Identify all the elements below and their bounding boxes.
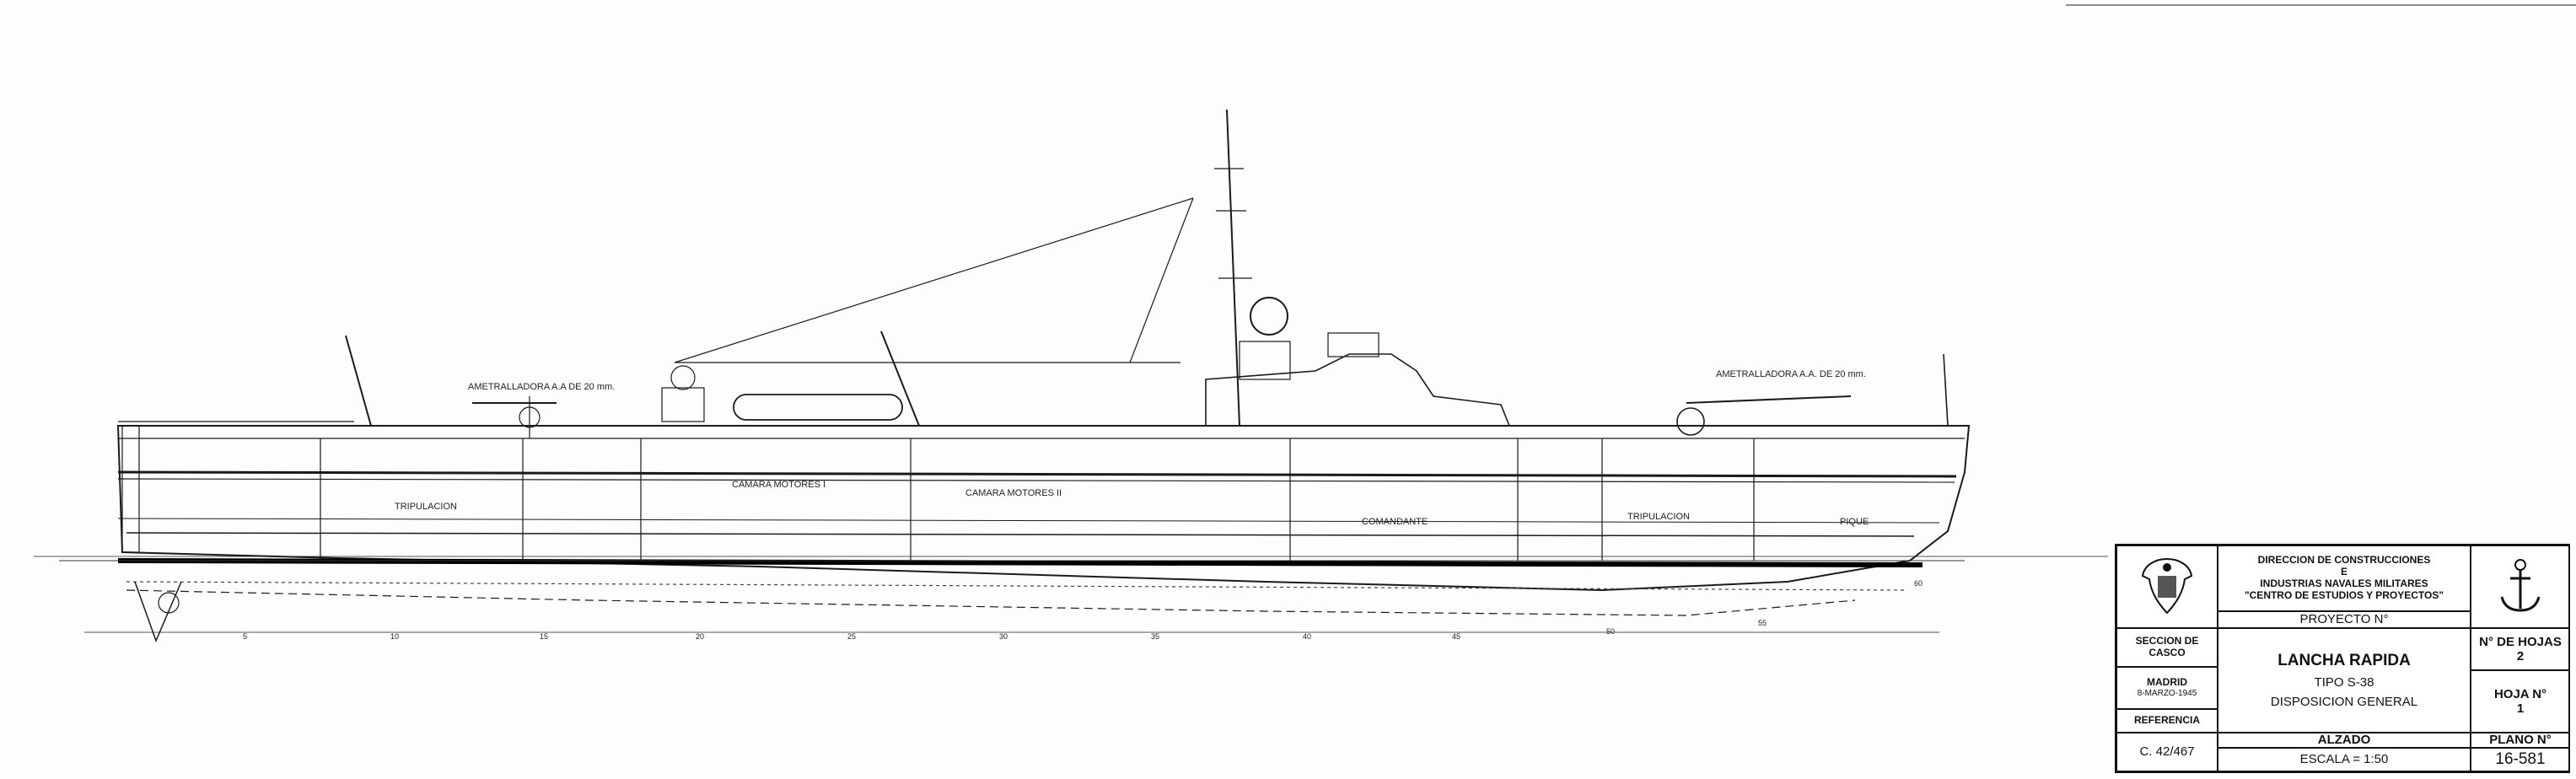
frame-label: 55 [1758, 619, 1767, 627]
compartment-camara-motores-2: CAMARA MOTORES II [965, 488, 1062, 498]
life-raft [733, 394, 903, 421]
frame-label: 50 [1606, 627, 1615, 636]
hojas-value: 2 [2516, 649, 2525, 663]
lugar-label: MADRID [2147, 676, 2187, 689]
hoja-label: HOJA N° [2493, 686, 2547, 701]
fecha-label: 8-MARZO-1945 [2137, 689, 2197, 699]
referencia-label-cell: REFERENCIA [2116, 709, 2218, 733]
frame-label: 40 [1303, 632, 1311, 641]
proyecto-label: PROYECTO N° [2299, 612, 2389, 627]
frame-label: 60 [1914, 579, 1923, 588]
compartment-pique: PIQUE [1840, 517, 1869, 527]
compartment-comandante: COMANDANTE [1362, 517, 1428, 527]
compartment-tripulacion-fwd: TRIPULACION [1627, 512, 1690, 522]
drawing-sheet: AMETRALLADORA A.A DE 20 mm. AMETRALLADOR… [0, 0, 2576, 779]
seccion-cell: SECCION DE CASCO [2116, 628, 2218, 667]
coat-of-arms-icon [2141, 557, 2193, 615]
frame-label: 5 [243, 632, 247, 641]
hoja-value: 1 [2516, 701, 2525, 716]
frame-label: 35 [1151, 632, 1159, 641]
referencia-label: REFERENCIA [2133, 714, 2200, 727]
vista-label: ALZADO [2317, 733, 2371, 748]
aft-gun [345, 330, 920, 438]
hojas-cell: N° DE HOJAS 2 [2471, 628, 2570, 670]
frame-label: 30 [999, 632, 1008, 641]
proyecto-cell: PROYECTO N° [2218, 611, 2471, 628]
vessel-tipo: TIPO S-38 [2314, 674, 2374, 690]
organization-line2: E [2340, 566, 2347, 578]
vessel-cell: LANCHA RAPIDA TIPO S-38 DISPOSICION GENE… [2218, 628, 2471, 733]
waterline [117, 558, 1923, 567]
bridge [1205, 353, 1510, 427]
escala-cell: ESCALA = 1:50 [2218, 748, 2471, 771]
plano-value-cell: 16-581 [2471, 748, 2570, 771]
referencia-value: C. 42/467 [2139, 744, 2195, 760]
compartment-tripulacion-aft: TRIPULACION [395, 502, 457, 512]
compartment-camara-motores-1: CAMARA MOTORES I [732, 480, 826, 490]
frame-label: 10 [390, 632, 399, 641]
gun-aft-label: AMETRALLADORA A.A DE 20 mm. [468, 382, 615, 392]
organization-cell: DIRECCION DE CONSTRUCCIONES E INDUSTRIAS… [2218, 545, 2471, 611]
plano-value: 16-581 [2495, 750, 2546, 769]
escala-label: ESCALA = 1:50 [2299, 752, 2389, 767]
mast [1226, 109, 1240, 427]
seccion-label: SECCION DE CASCO [2135, 635, 2199, 658]
frame-label: 45 [1452, 632, 1460, 641]
forward-gun [1676, 353, 1949, 436]
anchor-emblem-cell [2471, 545, 2570, 628]
coat-of-arms-cell [2116, 545, 2218, 628]
frame-label: 25 [847, 632, 856, 641]
organization-line4: "CENTRO DE ESTUDIOS Y PROYECTOS" [2244, 588, 2444, 601]
vessel-name: LANCHA RAPIDA [2278, 651, 2411, 669]
plano-label: PLANO N° [2489, 733, 2552, 748]
hoja-cell: HOJA N° 1 [2471, 670, 2570, 733]
gun-fwd-label: AMETRALLADORA A.A. DE 20 mm. [1716, 369, 1866, 379]
disposicion-label: DISPOSICION GENERAL [2270, 694, 2418, 709]
lugar-fecha-cell: MADRID 8-MARZO-1945 [2116, 667, 2218, 709]
referencia-value-cell: C. 42/467 [2116, 733, 2218, 771]
vista-cell: ALZADO [2218, 733, 2471, 748]
anchor-icon [2500, 559, 2541, 612]
hojas-label: N° DE HOJAS [2479, 634, 2562, 649]
organization-line1: DIRECCION DE CONSTRUCCIONES [2257, 554, 2431, 567]
frame-label: 15 [540, 632, 548, 641]
title-block: DIRECCION DE CONSTRUCCIONES E INDUSTRIAS… [2115, 544, 2570, 773]
plano-label-cell: PLANO N° [2471, 733, 2570, 748]
organization-line3: INDUSTRIAS NAVALES MILITARES [2260, 578, 2428, 589]
frame-label: 20 [696, 632, 704, 641]
